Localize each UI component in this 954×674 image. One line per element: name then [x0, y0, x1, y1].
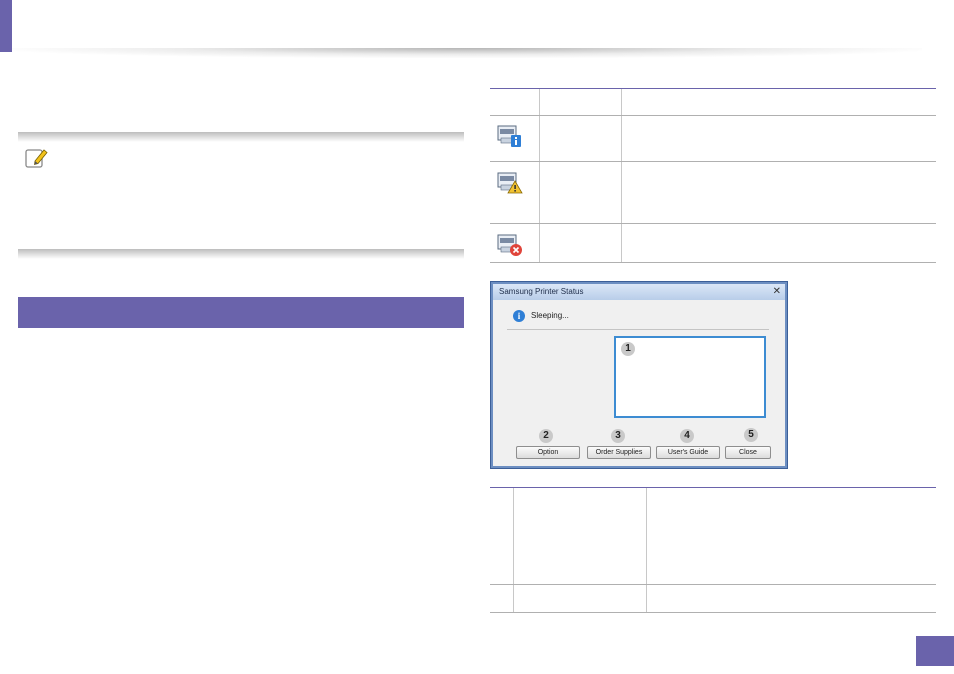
- callout-3: 3: [611, 429, 625, 443]
- printer-info-icon: [497, 125, 521, 147]
- toner-level-panel: [614, 336, 766, 418]
- dialog-separator: [507, 329, 769, 330]
- note-pencil-icon: [25, 149, 48, 168]
- dialog-status-text: Sleeping...: [531, 311, 569, 320]
- close-button[interactable]: Close: [725, 446, 771, 459]
- dialog-title: Samsung Printer Status: [499, 287, 584, 296]
- printer-status-dialog-screenshot: Samsung Printer Status ✕ i Sleeping... 1…: [490, 281, 788, 469]
- table-row-rule: [490, 223, 936, 224]
- printer-warning-icon: [497, 172, 523, 194]
- section-heading-band: [18, 297, 464, 328]
- callout-2: 2: [539, 429, 553, 443]
- table-header-rule: [490, 115, 936, 116]
- table-row-rule: [490, 584, 936, 585]
- header-rule: [12, 48, 922, 58]
- chapter-tab: [0, 0, 12, 52]
- table-bottom-rule: [490, 612, 936, 613]
- close-icon[interactable]: ✕: [773, 286, 781, 297]
- option-button[interactable]: Option: [516, 446, 580, 459]
- printer-error-icon: [497, 234, 522, 256]
- table-bottom-rule: [490, 262, 936, 263]
- users-guide-button[interactable]: User's Guide: [656, 446, 720, 459]
- callout-1: 1: [621, 342, 635, 356]
- note-top-bar: [18, 132, 464, 142]
- note-bottom-bar: [18, 249, 464, 259]
- callout-5: 5: [744, 428, 758, 442]
- dialog-title-bar: Samsung Printer Status ✕: [493, 284, 785, 300]
- table-col-divider: [513, 488, 514, 613]
- table-top-rule: [490, 88, 936, 89]
- callout-4: 4: [680, 429, 694, 443]
- table-row-rule: [490, 161, 936, 162]
- table-top-rule: [490, 487, 936, 488]
- table-col-divider: [646, 488, 647, 613]
- order-supplies-button[interactable]: Order Supplies: [587, 446, 651, 459]
- page-number-badge: [916, 636, 954, 666]
- info-icon: i: [513, 310, 525, 322]
